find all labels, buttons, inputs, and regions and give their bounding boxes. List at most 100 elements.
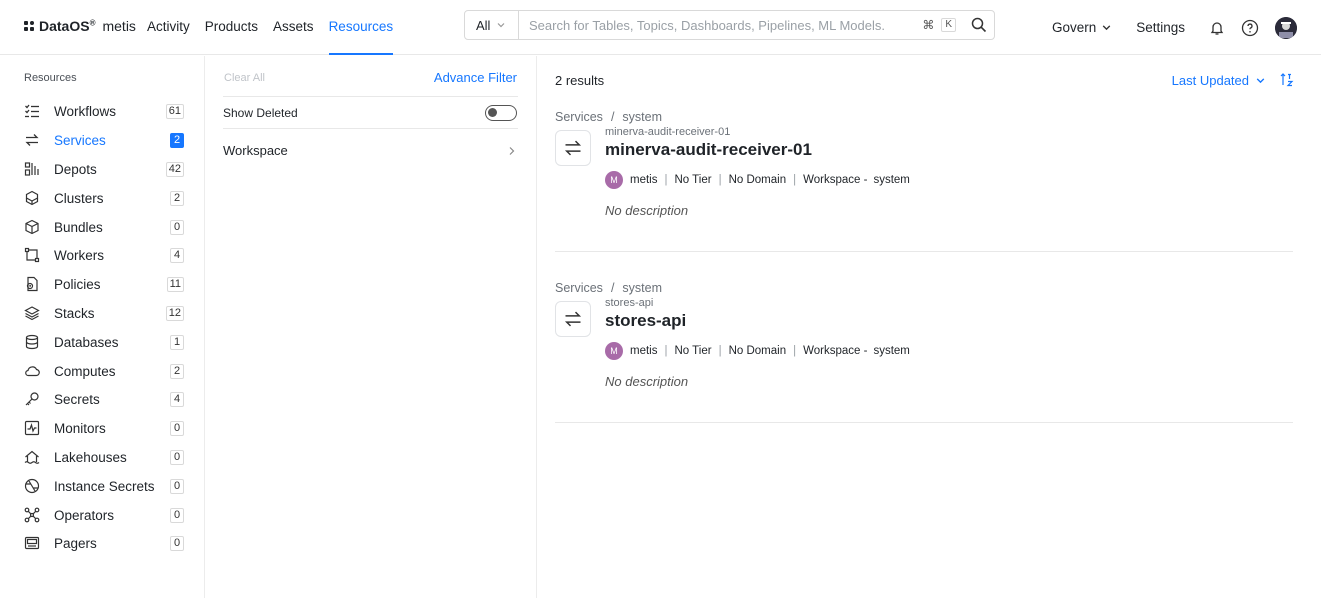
sidebar-item-monitors[interactable]: Monitors 0 (24, 417, 184, 439)
logo[interactable]: DataOS® metis (24, 18, 136, 34)
show-deleted-label: Show Deleted (223, 105, 298, 120)
sidebar-item-label: Operators (54, 507, 115, 523)
show-deleted-toggle[interactable] (485, 104, 517, 121)
meta-separator: | (664, 345, 668, 357)
sidebar-item-secrets[interactable]: Secrets 4 (24, 388, 184, 410)
nav-activity[interactable]: Activity (147, 0, 190, 55)
card-title[interactable]: minerva-audit-receiver-01 (605, 140, 812, 160)
sidebar-item-label: Pagers (54, 535, 97, 551)
sidebar-item-label: Stacks (54, 305, 95, 321)
govern-menu[interactable]: Govern (1052, 20, 1112, 35)
sort-dropdown[interactable]: Last Updated (1172, 73, 1266, 88)
database-icon (24, 334, 40, 350)
worker-icon (24, 247, 40, 263)
search-type-select[interactable]: All (465, 11, 519, 39)
meta-separator: | (793, 345, 797, 357)
nav-resources[interactable]: Resources (328, 0, 394, 55)
sidebar-item-services[interactable]: Services 2 (24, 129, 184, 151)
chevron-right-icon (509, 146, 515, 155)
pager-icon (24, 535, 40, 551)
sidebar-item-count: 61 (165, 103, 184, 119)
sidebar-item-computes[interactable]: Computes 2 (24, 360, 184, 382)
sidebar-item-count: 4 (170, 391, 184, 407)
search-button[interactable] (964, 11, 994, 39)
nav-assets[interactable]: Assets (273, 0, 314, 55)
advance-filter-button[interactable]: Advance Filter (434, 70, 517, 85)
breadcrumb-type[interactable]: Services (555, 281, 603, 295)
sidebar-item-workflows[interactable]: Workflows 61 (24, 100, 184, 122)
nav-products[interactable]: Products (205, 0, 258, 55)
clear-all-button[interactable]: Clear All (224, 72, 265, 84)
right-nav: Govern Settings (1052, 0, 1297, 55)
avatar-image-icon (1275, 16, 1297, 39)
brand-name: DataOS® (39, 18, 96, 34)
instance-secret-icon (24, 478, 40, 494)
filter-panel: Clear All Advance Filter Show Deleted Wo… (206, 56, 537, 598)
domain: No Domain (728, 174, 787, 186)
sidebar-item-count: 0 (170, 219, 184, 235)
workspace-filter[interactable]: Workspace (223, 134, 518, 167)
workspace-value: system (873, 345, 910, 357)
card-meta: M metis | No Tier | No Domain | Workspac… (605, 342, 910, 360)
user-avatar[interactable] (1275, 16, 1297, 39)
sidebar-item-count: 0 (170, 420, 184, 436)
meta-separator: | (793, 174, 797, 186)
sidebar-item-instance-secrets[interactable]: Instance Secrets 0 (24, 475, 184, 497)
sidebar-item-label: Instance Secrets (54, 478, 155, 494)
sidebar-item-stacks[interactable]: Stacks 12 (24, 302, 184, 324)
breadcrumb-separator: / (610, 281, 615, 295)
sidebar-item-count: 11 (166, 276, 184, 292)
sidebar-item-count: 2 (170, 132, 184, 148)
sidebar-item-label: Bundles (54, 219, 103, 235)
owner-name[interactable]: metis (630, 174, 657, 186)
chevron-down-icon (1256, 78, 1265, 84)
chevron-down-icon (1102, 25, 1111, 31)
help-icon (1241, 19, 1259, 36)
sidebar-item-label: Policies (54, 276, 101, 292)
govern-label: Govern (1051, 20, 1097, 35)
service-icon (555, 130, 591, 166)
sidebar-item-pagers[interactable]: Pagers 0 (24, 532, 184, 554)
meta-separator: | (718, 174, 722, 186)
breadcrumb-type[interactable]: Services (555, 110, 603, 124)
sidebar-item-databases[interactable]: Databases 1 (24, 331, 184, 353)
workspace-label: Workspace - (803, 345, 868, 357)
card-subtitle: minerva-audit-receiver-01 (605, 126, 731, 138)
sidebar-item-label: Secrets (54, 391, 100, 407)
sort-order-button[interactable] (1280, 72, 1294, 91)
search-input[interactable] (519, 11, 920, 39)
shortcut-cmd: ⌘ (922, 18, 935, 32)
sidebar-item-label: Depots (54, 161, 97, 177)
workflow-icon (24, 103, 40, 119)
sidebar-item-clusters[interactable]: Clusters 2 (24, 187, 184, 209)
sidebar-item-bundles[interactable]: Bundles 0 (24, 216, 184, 238)
sidebar-item-count: 0 (170, 507, 184, 523)
sidebar-item-policies[interactable]: Policies 11 (24, 273, 184, 295)
notifications-button[interactable] (1209, 20, 1225, 36)
search-icon (971, 17, 987, 33)
sidebar-item-label: Databases (54, 334, 119, 350)
sidebar-item-count: 2 (170, 190, 184, 206)
workspace-label: Workspace - (803, 174, 868, 186)
results-count: 2 results (555, 73, 605, 88)
global-search: All ⌘ K (464, 10, 995, 40)
breadcrumb: Services / system (555, 110, 662, 124)
breadcrumb-workspace[interactable]: system (622, 281, 662, 295)
owner-name[interactable]: metis (630, 345, 657, 357)
settings-link[interactable]: Settings (1136, 20, 1185, 35)
domain: No Domain (728, 345, 787, 357)
help-button[interactable] (1241, 19, 1259, 37)
resources-sidebar: Resources Workflows 61 Services 2 Depots… (0, 56, 205, 598)
lakehouse-icon (24, 449, 40, 465)
sidebar-item-count: 0 (170, 449, 184, 465)
owner-avatar: M (605, 171, 623, 189)
card-title[interactable]: stores-api (605, 311, 686, 331)
breadcrumb-workspace[interactable]: system (622, 110, 662, 124)
sidebar-item-depots[interactable]: Depots 42 (24, 158, 184, 180)
sidebar-item-lakehouses[interactable]: Lakehouses 0 (24, 446, 184, 468)
sidebar-item-label: Monitors (54, 420, 106, 436)
sidebar-item-workers[interactable]: Workers 4 (24, 244, 184, 266)
top-navbar: DataOS® metis Activity Products Assets R… (0, 0, 1321, 55)
sidebar-item-operators[interactable]: Operators 0 (24, 504, 184, 526)
workspace-filter-label: Workspace (223, 143, 288, 158)
